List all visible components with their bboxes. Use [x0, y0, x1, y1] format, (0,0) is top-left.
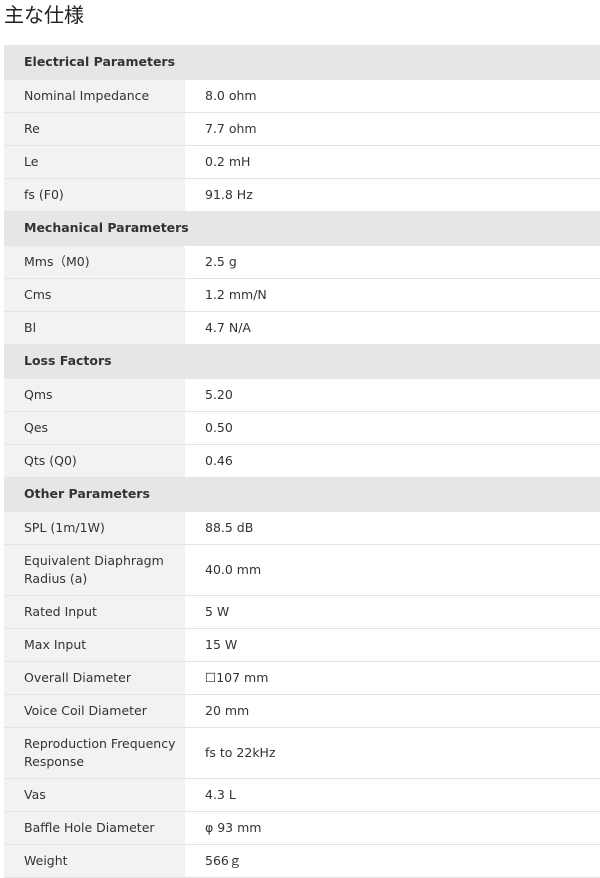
spec-label: Reproduction Frequency Response — [4, 727, 185, 779]
table-row: Re 7.7 ohm — [4, 112, 600, 146]
spec-value: 15 W — [185, 628, 600, 662]
spec-value: 1.2 mm/N — [185, 278, 600, 312]
table-row: Cms 1.2 mm/N — [4, 278, 600, 312]
table-row: Reproduction Frequency Response fs to 22… — [4, 727, 600, 779]
table-row: Overall Diameter ☐107 mm — [4, 661, 600, 695]
table-row: Rated Input 5 W — [4, 595, 600, 629]
spec-value: 7.7 ohm — [185, 112, 600, 146]
spec-value: ☐107 mm — [185, 661, 600, 695]
spec-value: 0.50 — [185, 411, 600, 445]
page-title: 主な仕様 — [4, 3, 84, 27]
spec-label: Max Input — [4, 628, 185, 662]
spec-value: 4.3 L — [185, 778, 600, 812]
section-header-other: Other Parameters — [4, 477, 600, 512]
table-row: Qms 5.20 — [4, 378, 600, 412]
spec-value: 40.0 mm — [185, 544, 600, 596]
spec-label: Vas — [4, 778, 185, 812]
table-row: Qts (Q0) 0.46 — [4, 444, 600, 478]
table-row: Bl 4.7 N/A — [4, 311, 600, 345]
spec-value: 5.20 — [185, 378, 600, 412]
spec-label: Cms — [4, 278, 185, 312]
section-heading: Electrical Parameters — [4, 45, 600, 80]
spec-table: Electrical Parameters Nominal Impedance … — [4, 45, 600, 878]
spec-value: 5 W — [185, 595, 600, 629]
spec-label: Overall Diameter — [4, 661, 185, 695]
spec-label: Baffle Hole Diameter — [4, 811, 185, 845]
spec-label: Voice Coil Diameter — [4, 694, 185, 728]
table-row: Weight 566ｇ — [4, 844, 600, 878]
table-row: Baffle Hole Diameter φ 93 mm — [4, 811, 600, 845]
table-row: Qes 0.50 — [4, 411, 600, 445]
spec-value: fs to 22kHz — [185, 727, 600, 779]
spec-value: 0.46 — [185, 444, 600, 478]
spec-value: 4.7 N/A — [185, 311, 600, 345]
section-header-electrical: Electrical Parameters — [4, 45, 600, 80]
spec-label: Mms（M0) — [4, 245, 185, 279]
spec-label: Qes — [4, 411, 185, 445]
spec-label: Bl — [4, 311, 185, 345]
section-heading: Mechanical Parameters — [4, 211, 600, 246]
table-row: Vas 4.3 L — [4, 778, 600, 812]
section-heading: Loss Factors — [4, 344, 600, 379]
spec-label: Qms — [4, 378, 185, 412]
spec-value: 566ｇ — [185, 844, 600, 878]
spec-value: 91.8 Hz — [185, 178, 600, 212]
spec-value: 0.2 mH — [185, 145, 600, 179]
section-header-loss: Loss Factors — [4, 344, 600, 379]
table-row: SPL (1m/1W) 88.5 dB — [4, 511, 600, 545]
section-header-mechanical: Mechanical Parameters — [4, 211, 600, 246]
table-row: Le 0.2 mH — [4, 145, 600, 179]
spec-label: Re — [4, 112, 185, 146]
spec-value: φ 93 mm — [185, 811, 600, 845]
spec-label: Nominal Impedance — [4, 79, 185, 113]
spec-value: 2.5 g — [185, 245, 600, 279]
spec-label: Weight — [4, 844, 185, 878]
table-row: Voice Coil Diameter 20 mm — [4, 694, 600, 728]
table-row: fs (F0) 91.8 Hz — [4, 178, 600, 212]
spec-value: 88.5 dB — [185, 511, 600, 545]
spec-label: fs (F0) — [4, 178, 185, 212]
spec-label: Rated Input — [4, 595, 185, 629]
table-row: Mms（M0) 2.5 g — [4, 245, 600, 279]
table-row: Nominal Impedance 8.0 ohm — [4, 79, 600, 113]
spec-label: Equivalent Diaphragm Radius (a) — [4, 544, 185, 596]
section-heading: Other Parameters — [4, 477, 600, 512]
table-row: Max Input 15 W — [4, 628, 600, 662]
spec-value: 8.0 ohm — [185, 79, 600, 113]
spec-value: 20 mm — [185, 694, 600, 728]
spec-label: SPL (1m/1W) — [4, 511, 185, 545]
spec-label: Qts (Q0) — [4, 444, 185, 478]
table-row: Equivalent Diaphragm Radius (a) 40.0 mm — [4, 544, 600, 596]
spec-label: Le — [4, 145, 185, 179]
